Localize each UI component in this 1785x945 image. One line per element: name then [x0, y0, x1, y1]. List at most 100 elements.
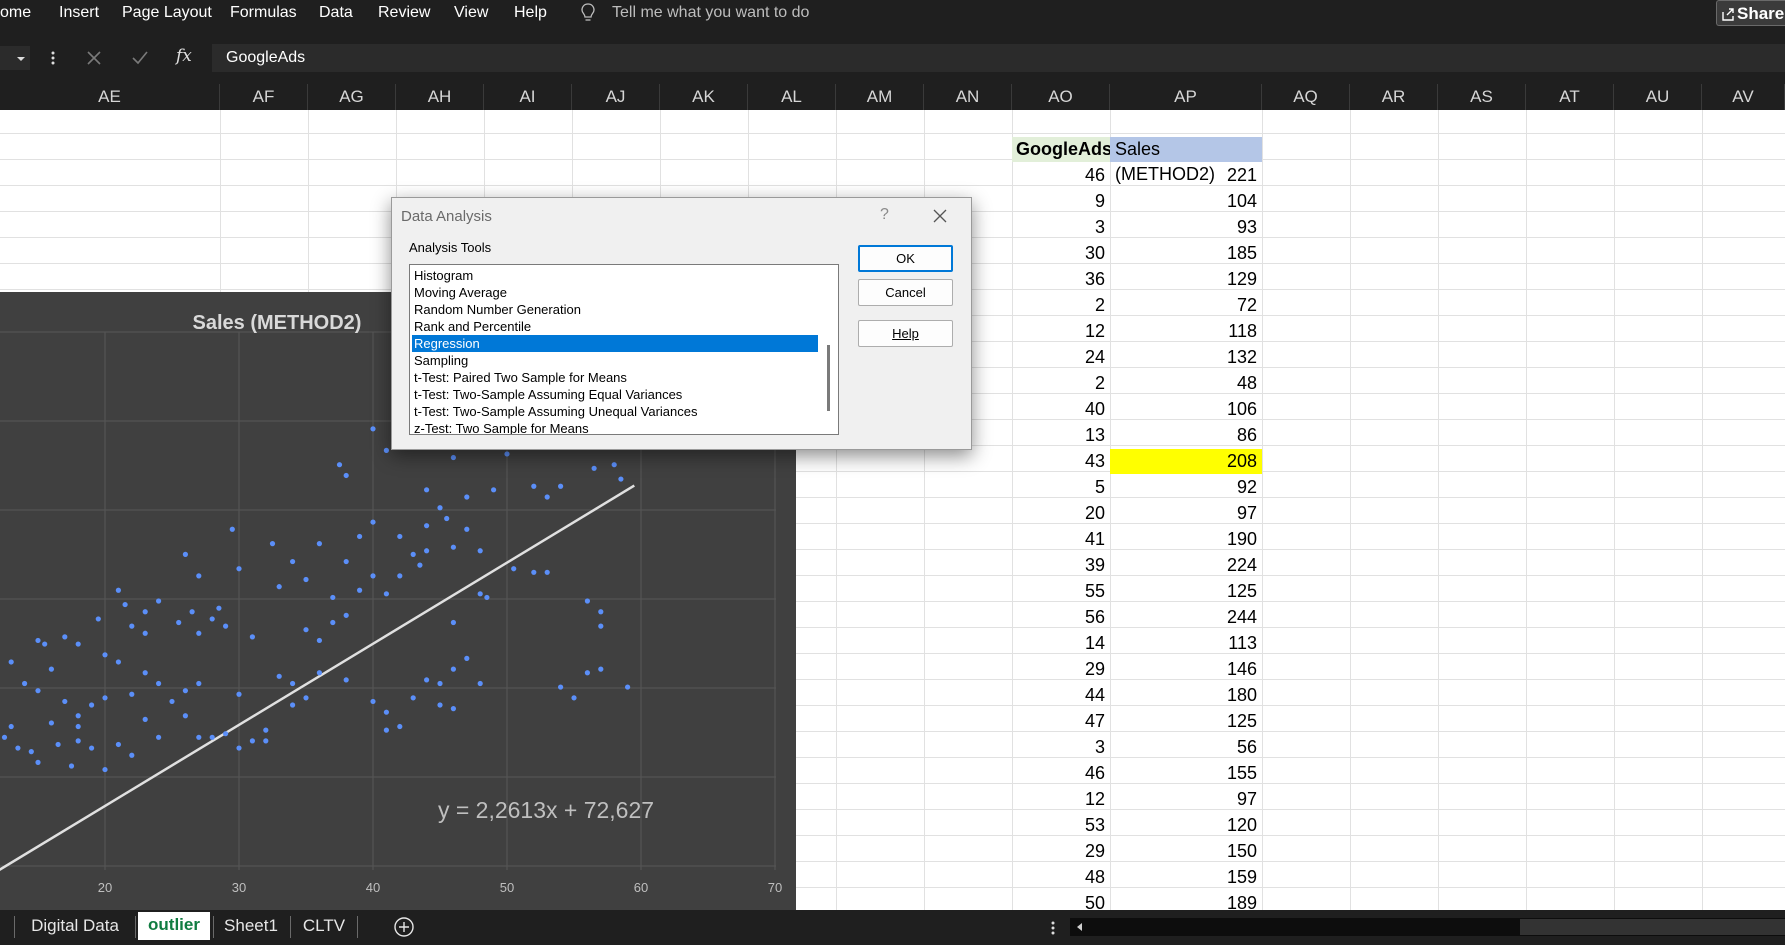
menu-home[interactable]: ome: [0, 2, 31, 24]
scatter-point[interactable]: [397, 533, 403, 540]
sales-cell[interactable]: 48: [1110, 371, 1262, 396]
scatter-point[interactable]: [169, 698, 175, 705]
scrollbar-thumb[interactable]: [1520, 919, 1785, 935]
column-header[interactable]: AQ: [1262, 84, 1350, 110]
scatter-point[interactable]: [611, 462, 617, 468]
list-item[interactable]: Rank and Percentile: [412, 318, 818, 335]
sales-cell[interactable]: 56: [1110, 735, 1262, 760]
scatter-point[interactable]: [62, 634, 68, 640]
sales-cell[interactable]: 93: [1110, 215, 1262, 240]
scatter-point[interactable]: [504, 451, 510, 457]
scatter-point[interactable]: [450, 706, 456, 712]
more-options-icon[interactable]: [1050, 920, 1056, 936]
scatter-point[interactable]: [444, 515, 450, 522]
list-item[interactable]: t-Test: Two-Sample Assuming Equal Varian…: [412, 386, 818, 403]
scatter-point[interactable]: [75, 713, 81, 719]
sales-cell[interactable]: 132: [1110, 345, 1262, 370]
scatter-point[interactable]: [48, 720, 55, 726]
column-header[interactable]: AJ: [572, 84, 660, 110]
list-item[interactable]: Sampling: [412, 352, 818, 369]
cancel-button[interactable]: Cancel: [858, 279, 953, 306]
scatter-point[interactable]: [236, 566, 242, 572]
scatter-point[interactable]: [249, 738, 255, 744]
name-box[interactable]: [0, 46, 30, 70]
scatter-point[interactable]: [484, 594, 490, 601]
list-item-selected[interactable]: Regression: [412, 335, 818, 352]
scatter-point[interactable]: [129, 752, 135, 758]
column-header[interactable]: AO: [1012, 84, 1110, 110]
scatter-point[interactable]: [491, 487, 497, 493]
scatter-point[interactable]: [142, 609, 148, 615]
header-cell-googleads[interactable]: GoogleAds: [1012, 137, 1112, 162]
scatter-point[interactable]: [383, 727, 389, 733]
googleads-cell[interactable]: 12: [1012, 787, 1110, 812]
scatter-point[interactable]: [156, 598, 162, 604]
share-button[interactable]: Share: [1716, 0, 1785, 26]
scatter-point[interactable]: [450, 619, 456, 626]
menu-formulas[interactable]: Formulas: [230, 2, 297, 24]
scatter-point[interactable]: [89, 745, 95, 751]
scatter-point[interactable]: [8, 723, 14, 730]
scatter-point[interactable]: [102, 652, 108, 658]
scatter-point[interactable]: [464, 494, 470, 500]
scatter-point[interactable]: [156, 680, 162, 687]
scatter-point[interactable]: [477, 591, 483, 597]
scatter-point[interactable]: [142, 670, 148, 676]
googleads-cell[interactable]: 3: [1012, 735, 1110, 760]
sales-cell[interactable]: 72: [1110, 293, 1262, 318]
menu-help[interactable]: Help: [514, 2, 547, 24]
column-header[interactable]: AN: [924, 84, 1012, 110]
add-sheet-icon[interactable]: [393, 916, 415, 938]
column-header[interactable]: AV: [1702, 84, 1785, 110]
googleads-cell[interactable]: 46: [1012, 163, 1110, 188]
scatter-point[interactable]: [290, 680, 296, 687]
menu-insert[interactable]: Insert: [59, 2, 99, 24]
scatter-point[interactable]: [223, 623, 229, 629]
googleads-cell[interactable]: 13: [1012, 423, 1110, 448]
header-cell-sales[interactable]: Sales (METHOD2): [1110, 137, 1262, 184]
column-header[interactable]: AF: [220, 84, 308, 110]
scatter-point[interactable]: [276, 584, 282, 590]
close-icon[interactable]: [932, 208, 948, 224]
scatter-point[interactable]: [196, 630, 202, 636]
scatter-point[interactable]: [75, 738, 81, 744]
scatter-point[interactable]: [129, 691, 135, 697]
scatter-point[interactable]: [424, 677, 430, 683]
analysis-tools-list[interactable]: Histogram Moving Average Random Number G…: [409, 264, 839, 435]
scatter-point[interactable]: [75, 723, 81, 730]
scatter-point[interactable]: [370, 519, 376, 525]
sales-cell[interactable]: 185: [1110, 241, 1262, 266]
scatter-point[interactable]: [464, 655, 470, 661]
scatter-point[interactable]: [417, 562, 423, 568]
scatter-point[interactable]: [95, 616, 101, 622]
list-item[interactable]: Histogram: [412, 267, 818, 284]
column-header[interactable]: AS: [1438, 84, 1526, 110]
googleads-cell[interactable]: 40: [1012, 397, 1110, 422]
scatter-point[interactable]: [598, 609, 604, 615]
scatter-point[interactable]: [303, 627, 309, 633]
scatter-point[interactable]: [122, 601, 128, 608]
googleads-cell[interactable]: 29: [1012, 657, 1110, 682]
sales-cell[interactable]: 155: [1110, 761, 1262, 786]
sales-cell[interactable]: 97: [1110, 787, 1262, 812]
scatter-point[interactable]: [22, 680, 28, 687]
scatter-point[interactable]: [383, 591, 389, 597]
scatter-point[interactable]: [142, 630, 148, 636]
scatter-point[interactable]: [343, 612, 349, 618]
scatter-point[interactable]: [544, 494, 550, 500]
scatter-point[interactable]: [464, 526, 470, 532]
googleads-cell[interactable]: 55: [1012, 579, 1110, 604]
scatter-point[interactable]: [182, 713, 188, 719]
column-header[interactable]: AM: [836, 84, 924, 110]
googleads-cell[interactable]: 46: [1012, 761, 1110, 786]
chevron-down-icon[interactable]: [16, 55, 26, 63]
trendline-equation[interactable]: y = 2,2613x + 72,627: [438, 797, 654, 823]
list-item[interactable]: Moving Average: [412, 284, 818, 301]
sales-cell[interactable]: 106: [1110, 397, 1262, 422]
scatter-point[interactable]: [397, 573, 403, 579]
scatter-point[interactable]: [142, 716, 148, 722]
scatter-point[interactable]: [591, 465, 597, 471]
googleads-cell[interactable]: 24: [1012, 345, 1110, 370]
scatter-point[interactable]: [437, 702, 443, 708]
tell-me-search[interactable]: Tell me what you want to do: [612, 2, 809, 24]
